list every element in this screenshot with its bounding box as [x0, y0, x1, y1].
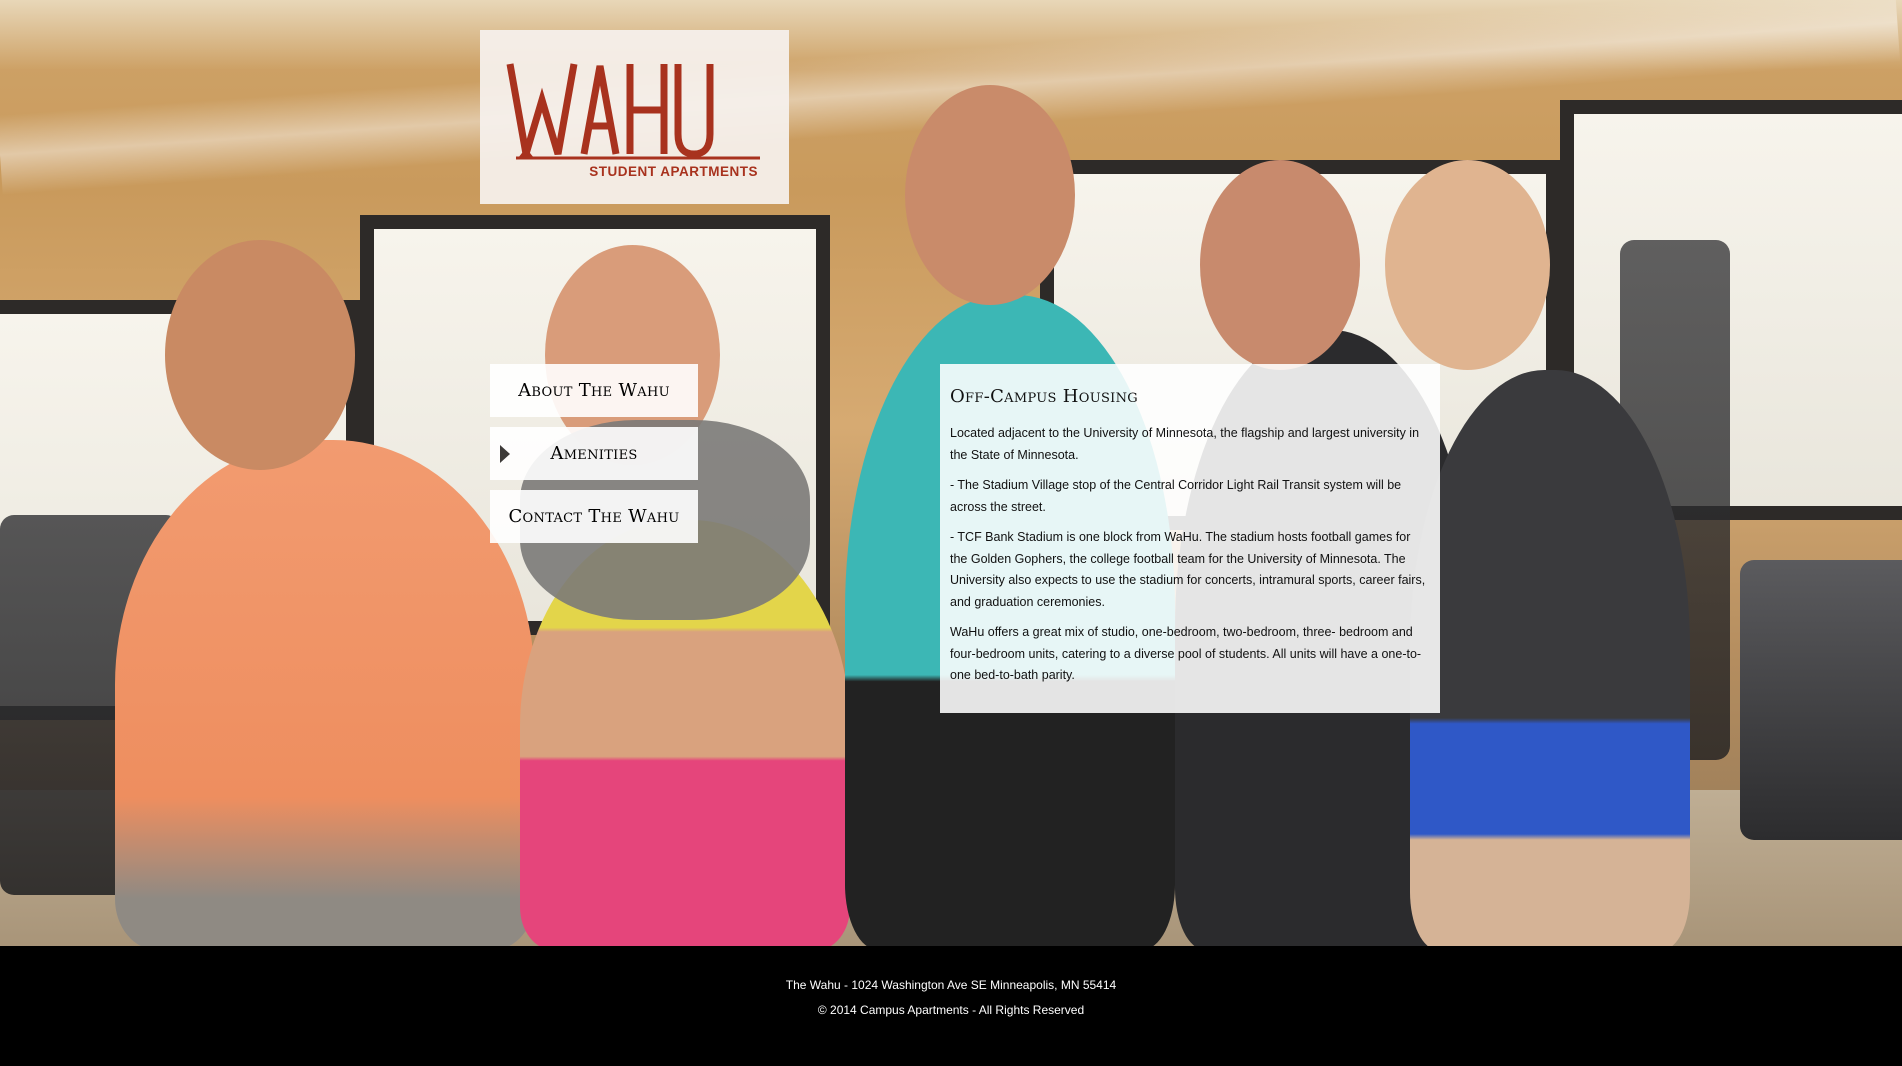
content-paragraph: - The Stadium Village stop of the Centra…: [950, 478, 1402, 514]
student-figure: [1410, 370, 1690, 946]
content-paragraph: - TCF Bank Stadium is one block from WaH…: [950, 530, 1426, 609]
main-nav: About The Wahu Amenities Contact The Wah…: [490, 364, 698, 553]
content-paragraph: Located adjacent to the University of Mi…: [950, 426, 1420, 462]
student-head: [1200, 160, 1360, 370]
nav-about-button[interactable]: About The Wahu: [490, 364, 698, 417]
treadmill: [1740, 560, 1902, 840]
student-head: [905, 85, 1075, 305]
content-panel: Off-Campus Housing Located adjacent to t…: [940, 364, 1440, 713]
content-paragraph: WaHu offers a great mix of studio, one-b…: [950, 625, 1422, 682]
footer: The Wahu - 1024 Washington Ave SE Minnea…: [0, 946, 1902, 1066]
student-head: [1385, 160, 1550, 370]
logo-tagline: STUDENT APARTMENTS: [589, 164, 758, 179]
nav-amenities-button[interactable]: Amenities: [490, 427, 698, 480]
student-figure: [115, 440, 535, 946]
wahu-logo-mark: STUDENT APARTMENTS: [506, 63, 760, 179]
wahu-logo[interactable]: STUDENT APARTMENTS: [480, 30, 789, 204]
nav-contact-button[interactable]: Contact The Wahu: [490, 490, 698, 543]
page: STUDENT APARTMENTS About The Wahu Amenit…: [0, 0, 1902, 1066]
footer-address: The Wahu - 1024 Washington Ave SE Minnea…: [785, 978, 1117, 992]
student-head: [165, 240, 355, 470]
footer-copyright: © 2014 Campus Apartments - All Rights Re…: [817, 1003, 1085, 1017]
content-heading: Off-Campus Housing: [950, 386, 1138, 407]
